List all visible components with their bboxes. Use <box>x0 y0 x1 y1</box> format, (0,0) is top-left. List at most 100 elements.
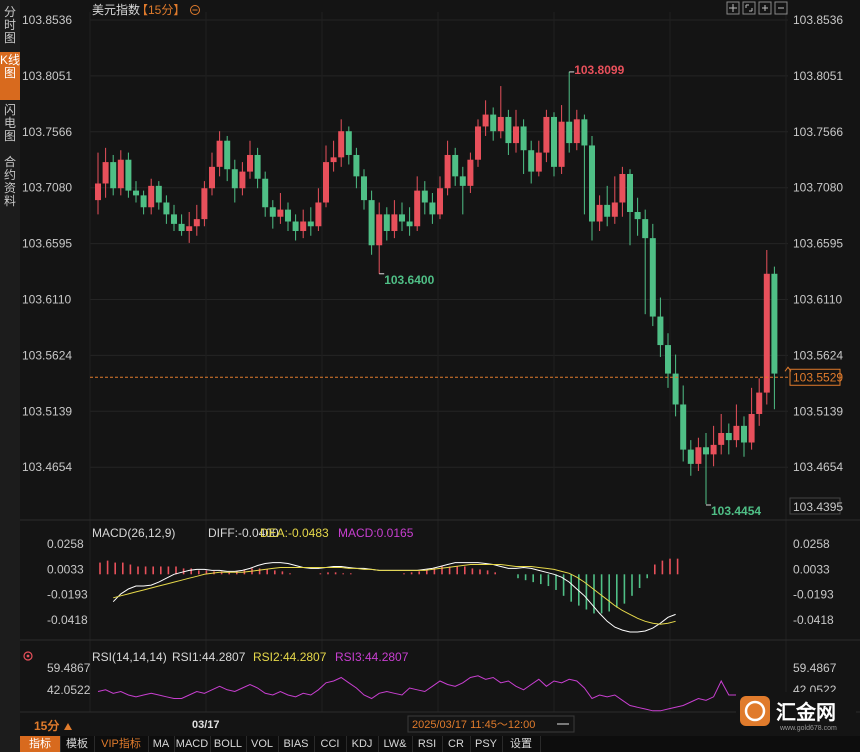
candle-body <box>566 121 573 144</box>
rsi-tick-left: 59.4867 <box>47 661 91 675</box>
zoom-out-icon[interactable] <box>774 1 788 15</box>
period-label[interactable]: 【15分】 <box>136 3 185 17</box>
indicator-tab-5[interactable]: BOLL <box>210 736 247 752</box>
candle-body <box>657 316 664 346</box>
tab-kline[interactable]: K线图 <box>0 52 20 100</box>
date-marker: 03/17 <box>192 719 220 731</box>
candle-body <box>581 119 588 146</box>
sidebar: 分时图 K线图 闪电图 合约资料 <box>0 0 20 752</box>
indicator-tab-14[interactable]: 设置 <box>502 736 541 752</box>
candle-body <box>171 214 177 224</box>
rsi-tick-right: 59.4867 <box>793 661 837 675</box>
candle-body <box>437 188 443 215</box>
candle-body <box>186 226 193 232</box>
macd-tick-right: -0.0193 <box>793 588 834 602</box>
indicator-tab-2[interactable]: VIP指标 <box>94 736 149 752</box>
tab-flash-chart[interactable]: 闪电图 <box>0 104 20 148</box>
macd-histogram <box>99 558 679 614</box>
candle-body <box>254 154 261 179</box>
period-footer-label[interactable]: 15分 <box>34 718 59 733</box>
candle-body <box>589 145 595 222</box>
chart-canvas[interactable]: 美元指数 【15分】 103.8536 103.8536 103.8051 103.8… <box>20 0 860 736</box>
macd-tick-left: -0.0418 <box>47 613 88 627</box>
macd-tick-left: -0.0193 <box>47 588 88 602</box>
macd-label: MACD(26,12,9) <box>92 526 175 540</box>
price-tick-left: 103.6110 <box>22 293 71 307</box>
candle-body <box>95 183 101 201</box>
candle-body <box>619 173 626 203</box>
candle-body <box>741 425 747 443</box>
zoom-in-icon[interactable] <box>758 1 772 15</box>
candle-body <box>338 131 345 158</box>
candle-body <box>634 212 641 220</box>
indicator-tab-1[interactable]: 模板 <box>60 736 95 752</box>
candle-body <box>452 154 459 177</box>
rsi-axis: 59.4867 59.486742.0522 42.0522 <box>47 661 837 697</box>
indicator-tab-0[interactable]: 指标 <box>20 736 61 752</box>
candle-body <box>110 162 117 189</box>
candle-body <box>725 432 732 441</box>
candle-body <box>695 447 702 464</box>
tab-contract-info[interactable]: 合约资料 <box>0 156 20 212</box>
time-range-text: 2025/03/17 11:45～12:00 <box>412 719 535 731</box>
indicator-tab-13[interactable]: PSY <box>470 736 503 752</box>
rsi-panel: RSI(14,14,14) RSI1:44.2807 RSI2:44.2807 … <box>23 650 837 712</box>
candle-body <box>733 425 740 441</box>
price-tick-right: 103.7566 <box>793 125 843 139</box>
macd-tick-left: 0.0033 <box>47 562 84 576</box>
rsi-settings-icon[interactable] <box>23 651 33 661</box>
candle-body <box>133 190 139 196</box>
candle-body <box>703 447 709 455</box>
candle-body <box>649 238 656 317</box>
diff-line <box>112 562 676 633</box>
candle-body <box>687 449 694 464</box>
crosshair-icon[interactable] <box>726 1 740 15</box>
candle-body <box>421 190 428 203</box>
macd-tick-right: 0.0033 <box>793 562 830 576</box>
indicator-tab-11[interactable]: RSI <box>412 736 443 752</box>
candle-body <box>490 114 497 132</box>
indicator-tab-4[interactable]: MACD <box>174 736 211 752</box>
candle-body <box>665 345 671 374</box>
candle-body <box>611 202 618 217</box>
candle-body <box>505 116 512 144</box>
indicator-tab-12[interactable]: CR <box>442 736 471 752</box>
candle-body <box>361 176 367 201</box>
candle-body <box>482 114 489 127</box>
period-up-arrow-icon[interactable] <box>64 723 72 730</box>
candle-body <box>444 154 451 189</box>
rsi1-value: RSI1:44.2807 <box>172 650 246 664</box>
expand-icon[interactable] <box>742 1 756 15</box>
candle-body <box>748 413 755 443</box>
macd-axis: 0.0258 0.0258 0.0033 0.0033 -0.0193 -0.0193 -0… <box>47 537 834 627</box>
candle-body <box>710 444 717 455</box>
candle-body <box>216 140 223 167</box>
candle-body <box>573 119 580 144</box>
candle-body <box>277 209 284 217</box>
candle-body <box>520 126 527 151</box>
candle-body <box>231 169 238 189</box>
candle-body <box>680 404 687 450</box>
dea-line <box>113 564 676 625</box>
candle-body <box>292 221 299 232</box>
indicator-tab-3[interactable]: MA <box>148 736 175 752</box>
candle-body <box>459 176 466 186</box>
candle-body <box>224 140 231 170</box>
macd-hist-value: MACD:0.0165 <box>338 526 414 540</box>
indicator-tab-10[interactable]: LW& <box>378 736 413 752</box>
candle-body <box>315 202 322 227</box>
candle-body <box>117 159 124 189</box>
candle-body <box>513 126 519 144</box>
price-tick-right: 103.8536 <box>793 13 843 27</box>
tab-timeshare[interactable]: 分时图 <box>0 6 20 46</box>
indicator-tab-7[interactable]: BIAS <box>278 736 315 752</box>
indicator-tab-6[interactable]: VOL <box>246 736 279 752</box>
candle-body <box>642 219 649 239</box>
candle-body <box>148 185 155 208</box>
indicator-tab-9[interactable]: KDJ <box>346 736 379 752</box>
price-tick-left: 103.8536 <box>22 13 72 27</box>
candle-body <box>467 159 474 186</box>
price-tick-left: 103.7566 <box>22 125 72 139</box>
indicator-tab-8[interactable]: CCI <box>314 736 347 752</box>
period-dropdown-icon[interactable] <box>190 5 200 15</box>
